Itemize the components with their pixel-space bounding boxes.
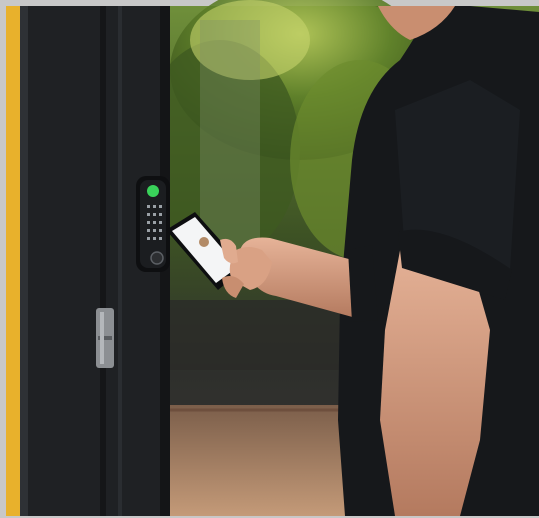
floor [166,405,366,516]
scene-illustration [0,0,539,518]
door-hinge-icon [96,308,114,368]
photo-frame [0,0,539,518]
keypad-lock-icon [136,176,170,272]
status-led [147,185,159,197]
accent-bar [6,6,20,516]
